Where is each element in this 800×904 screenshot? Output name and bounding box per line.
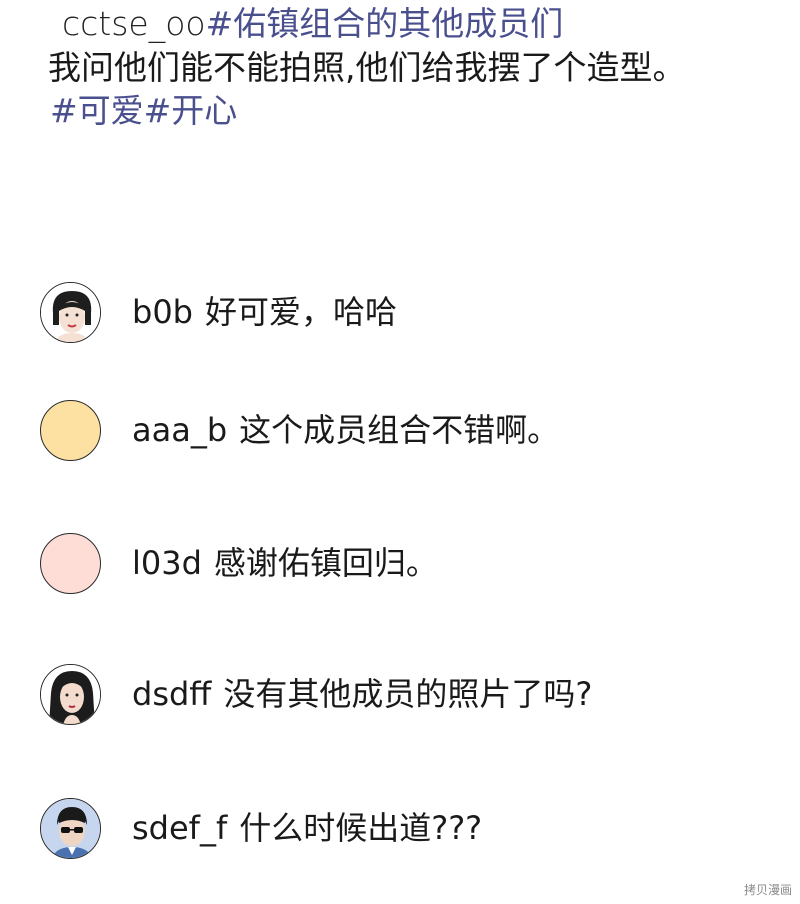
comment-text-row: l03d 感谢佑镇回归。 bbox=[132, 543, 438, 583]
post-tags[interactable]: #可爱#开心 bbox=[50, 91, 237, 131]
comment-username[interactable]: l03d bbox=[132, 544, 202, 582]
post-username[interactable]: cctse_oo bbox=[62, 4, 206, 43]
comment-username[interactable]: sdef_f bbox=[132, 809, 227, 847]
comment-text-row: aaa_b 这个成员组合不错啊。 bbox=[132, 410, 559, 450]
pink-blank-avatar[interactable] bbox=[40, 533, 101, 594]
comment-item: sdef_f 什么时候出道??? bbox=[40, 798, 780, 862]
comment-text: 这个成员组合不错啊。 bbox=[239, 411, 560, 449]
comment-text-row: sdef_f 什么时候出道??? bbox=[132, 808, 482, 848]
post-body: 我问他们能不能拍照,他们给我摆了个造型。 bbox=[48, 48, 686, 87]
post-main-tag[interactable]: #佑镇组合的其他成员们 bbox=[206, 4, 564, 43]
comment-username[interactable]: aaa_b bbox=[132, 411, 227, 449]
watermark: 拷贝漫画 bbox=[743, 883, 792, 897]
comment-item: l03d 感谢佑镇回归。 bbox=[40, 533, 780, 597]
comment-text: 感谢佑镇回归。 bbox=[213, 544, 438, 582]
comment-text-row: dsdff 没有其他成员的照片了吗? bbox=[132, 674, 592, 714]
comment-username[interactable]: dsdff bbox=[132, 675, 211, 713]
post-header: cctse_oo#佑镇组合的其他成员们 bbox=[62, 4, 563, 44]
comment-text-row: b0b 好可爱，哈哈 bbox=[132, 292, 397, 332]
comment-username[interactable]: b0b bbox=[132, 293, 193, 331]
comment-text: 什么时候出道??? bbox=[239, 809, 483, 847]
woman-short-hair-avatar[interactable] bbox=[40, 282, 101, 343]
comment-text: 没有其他成员的照片了吗? bbox=[223, 675, 593, 713]
comment-item: b0b 好可爱，哈哈 bbox=[40, 282, 780, 346]
orange-blank-avatar[interactable] bbox=[40, 400, 101, 461]
comment-item: aaa_b 这个成员组合不错啊。 bbox=[40, 400, 780, 464]
man-sunglasses-avatar[interactable] bbox=[40, 798, 101, 859]
woman-long-hair-avatar[interactable] bbox=[40, 664, 101, 725]
comment-item: dsdff 没有其他成员的照片了吗? bbox=[40, 664, 780, 728]
comment-text: 好可爱，哈哈 bbox=[204, 293, 397, 331]
